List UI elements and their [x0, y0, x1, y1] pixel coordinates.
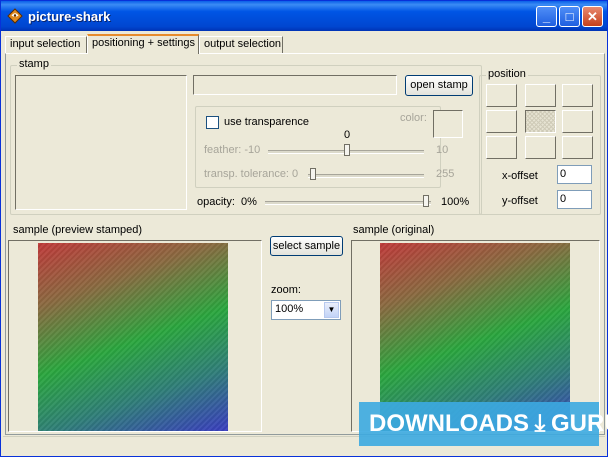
preview-stamped-panel [8, 240, 262, 432]
stamp-path-field[interactable] [193, 75, 397, 95]
position-middle-right[interactable] [562, 110, 593, 133]
stamp-group-label: stamp [17, 58, 51, 70]
position-top-right[interactable] [562, 84, 593, 107]
maximize-button[interactable]: □ [559, 6, 580, 27]
use-transparence-checkbox[interactable] [206, 116, 219, 129]
download-arrow-icon: ⤓ [534, 410, 546, 437]
app-logo-icon [7, 8, 23, 24]
preview-stamped-label: sample (preview stamped) [13, 224, 142, 236]
tolerance-label: transp. tolerance: 0 [204, 168, 299, 180]
tolerance-slider-track[interactable] [308, 174, 424, 178]
select-sample-button[interactable]: select sample [270, 236, 343, 256]
window-title: picture-shark [28, 9, 111, 24]
opacity-slider-thumb[interactable] [423, 195, 429, 207]
color-label: color: [400, 112, 427, 124]
watermark-left-text: DOWNLOADS [369, 410, 529, 437]
chevron-down-icon[interactable]: ▼ [324, 302, 339, 318]
stamp-preview [15, 75, 187, 210]
stamp-group: stamp open stamp use transparence color:… [10, 58, 482, 215]
tab-input-selection[interactable]: input selection [5, 36, 87, 53]
position-group-label: position [486, 68, 528, 80]
tolerance-max-label: 255 [436, 168, 455, 180]
position-group: position x-offset 0 y-offset 0 [479, 68, 601, 215]
position-bottom-left[interactable] [486, 136, 517, 159]
y-offset-label: y-offset [502, 195, 538, 207]
y-offset-input[interactable]: 0 [557, 190, 592, 209]
x-offset-input[interactable]: 0 [557, 165, 592, 184]
app-window: picture-shark _ □ ✕ input selection posi… [0, 0, 608, 457]
transparence-group: use transparence color: 0 feather: -10 1… [195, 106, 463, 188]
feather-value: 0 [344, 129, 351, 141]
minimize-button[interactable]: _ [536, 6, 557, 27]
title-bar[interactable]: picture-shark _ □ ✕ [1, 1, 607, 31]
use-transparence-label: use transparence [224, 116, 309, 128]
position-center[interactable] [525, 110, 556, 133]
watermark-banner: DOWNLOADS⤓GURU [359, 402, 608, 446]
tab-panel: stamp open stamp use transparence color:… [5, 53, 605, 435]
opacity-label: opacity: [197, 196, 235, 208]
opacity-min-label: 0% [241, 196, 257, 208]
sample-original-label: sample (original) [353, 224, 435, 236]
opacity-slider-track[interactable] [265, 201, 431, 205]
tolerance-slider-thumb[interactable] [310, 168, 316, 180]
open-stamp-button[interactable]: open stamp [405, 75, 473, 96]
zoom-label: zoom: [271, 284, 301, 296]
feather-slider-thumb[interactable] [344, 144, 350, 156]
position-middle-left[interactable] [486, 110, 517, 133]
position-bottom-right[interactable] [562, 136, 593, 159]
position-bottom-center[interactable] [525, 136, 556, 159]
feather-max-label: 10 [436, 144, 449, 156]
feather-label: feather: -10 [204, 144, 261, 156]
close-button[interactable]: ✕ [582, 6, 603, 27]
x-offset-label: x-offset [502, 170, 538, 182]
position-top-center[interactable] [525, 84, 556, 107]
position-top-left[interactable] [486, 84, 517, 107]
opacity-max-label: 100% [441, 196, 470, 208]
zoom-select[interactable]: 100% ▼ [271, 300, 341, 320]
color-swatch[interactable] [433, 110, 463, 138]
tab-positioning-settings[interactable]: positioning + settings [87, 34, 199, 54]
watermark-right-text: GURU [550, 410, 608, 437]
zoom-value: 100% [275, 303, 304, 315]
tab-output-selection[interactable]: output selection [199, 36, 283, 53]
preview-stamped-image [38, 243, 228, 431]
